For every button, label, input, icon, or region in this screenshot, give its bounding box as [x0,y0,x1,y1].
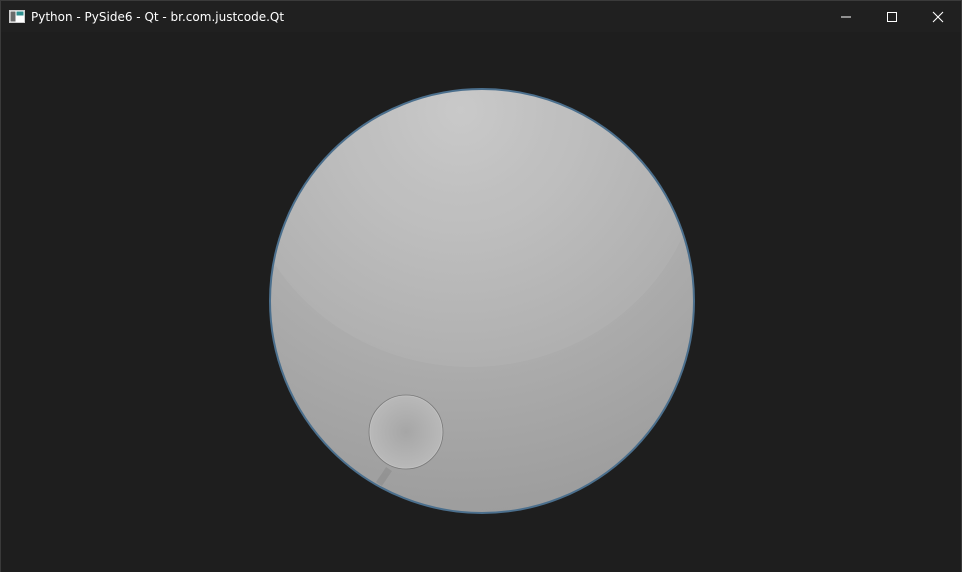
close-button[interactable] [915,1,961,32]
maximize-button[interactable] [869,1,915,32]
caption-buttons [823,1,961,32]
app-window-icon[interactable] [9,9,25,25]
dial-notch [368,394,444,470]
minimize-icon [841,16,851,17]
minimize-button[interactable] [823,1,869,32]
maximize-icon [887,11,897,22]
app-window: Python - PySide6 - Qt - br.com.justcode.… [0,0,962,572]
title-bar[interactable]: Python - PySide6 - Qt - br.com.justcode.… [1,1,961,32]
client-area [1,32,961,572]
dial-widget[interactable] [1,32,961,572]
window-title: Python - PySide6 - Qt - br.com.justcode.… [31,9,285,24]
close-icon [932,11,944,22]
